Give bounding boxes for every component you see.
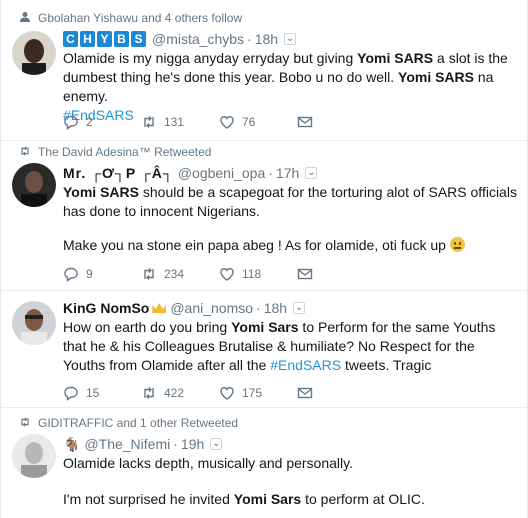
tweet-actions: 2 131 76 [63, 113, 327, 131]
like-button[interactable]: 175 [219, 385, 297, 401]
tweet-text-paragraph: I'm not surprised he invited Yomi Sars t… [63, 491, 425, 507]
retweet-button[interactable]: 234 [141, 266, 219, 282]
goat-emoji-icon: 🐐 [63, 435, 81, 452]
avatar[interactable] [12, 163, 56, 207]
chevron-down-icon[interactable]: ⌄ [210, 438, 223, 450]
tweet[interactable]: The David Adesina™ Retweeted Mr. ┌Ơ┐P ┌Â… [1, 141, 528, 291]
retweet-icon [18, 145, 32, 159]
direct-message-button[interactable] [297, 114, 327, 130]
like-count: 118 [242, 267, 262, 281]
reply-count: 2 [86, 115, 93, 129]
retweet-icon [144, 387, 154, 399]
timeline: Gbolahan Yishawu and 4 others follow C H… [0, 0, 528, 518]
neutral-face-emoji-icon [449, 237, 465, 252]
tweet-header: C H Y B S @mista_chybs · 18h ⌄ [63, 30, 519, 48]
tweet-actions: 15 422 175 [63, 384, 327, 402]
like-count: 175 [242, 386, 263, 400]
tweet-text: Olamide lacks depth, musically and perso… [63, 455, 353, 471]
person-icon [18, 11, 32, 25]
social-context[interactable]: GIDITRAFFIC and 1 other Retweeted [21, 416, 239, 430]
retweet-button[interactable]: 131 [141, 114, 219, 130]
social-context-label: GIDITRAFFIC and 1 other Retweeted [38, 416, 239, 430]
tweet-header: Mr. ┌Ơ┐P ┌Â┐ @ogbeni_opa · 17h ⌄ [63, 165, 318, 181]
retweet-icon [144, 268, 154, 280]
envelope-icon [297, 116, 313, 128]
tweet[interactable]: GIDITRAFFIC and 1 other Retweeted 🐐 @The… [1, 408, 528, 518]
heart-icon [220, 268, 234, 281]
chevron-down-icon[interactable]: ⌄ [293, 302, 306, 314]
timestamp[interactable]: 18h [255, 31, 278, 47]
reply-button[interactable]: 2 [63, 114, 141, 130]
user-handle[interactable]: @ani_nomso [170, 300, 253, 316]
direct-message-button[interactable] [297, 385, 327, 401]
reply-button[interactable]: 15 [63, 385, 141, 401]
tweet[interactable]: Gbolahan Yishawu and 4 others follow C H… [1, 0, 528, 141]
timestamp[interactable]: 17h [276, 165, 299, 181]
user-handle[interactable]: @ogbeni_opa [178, 165, 265, 181]
retweet-icon [18, 416, 32, 430]
like-button[interactable]: 76 [219, 114, 297, 130]
social-context[interactable]: Gbolahan Yishawu and 4 others follow [20, 11, 243, 25]
avatar[interactable] [12, 434, 56, 478]
timestamp[interactable]: 19h [181, 436, 204, 452]
display-name[interactable]: Mr. ┌Ơ┐P ┌Â┐ [63, 165, 174, 181]
retweet-count: 422 [164, 386, 185, 400]
retweet-count: 234 [164, 267, 185, 281]
avatar[interactable] [12, 301, 56, 345]
direct-message-button[interactable] [297, 266, 327, 282]
chevron-down-icon[interactable]: ⌄ [305, 167, 318, 179]
reply-icon [64, 386, 78, 401]
envelope-icon [297, 387, 313, 399]
like-count: 76 [242, 115, 256, 129]
tweet-header: 🐐 @The_Nifemi · 19h ⌄ [63, 435, 223, 452]
reply-icon [64, 267, 78, 282]
display-name[interactable]: C H Y B S [63, 31, 146, 47]
retweet-count: 131 [164, 115, 185, 129]
tweet-text-paragraph: Make you na stone ein papa abeg ! As for… [63, 236, 519, 255]
crown-icon [152, 303, 167, 313]
social-context[interactable]: The David Adesina™ Retweeted [21, 145, 212, 159]
user-handle[interactable]: @The_Nifemi [84, 436, 170, 452]
retweet-icon [144, 116, 154, 128]
tweet[interactable]: KinG NomSo @ani_nomso · 18h ⌄ How on ear… [1, 291, 528, 408]
chevron-down-icon[interactable]: ⌄ [284, 33, 297, 45]
timestamp[interactable]: 18h [264, 300, 287, 316]
heart-icon [220, 116, 234, 129]
retweet-button[interactable]: 422 [141, 385, 219, 401]
like-button[interactable]: 118 [219, 266, 297, 282]
reply-count: 9 [86, 267, 93, 281]
tweet-header: KinG NomSo @ani_nomso · 18h ⌄ [63, 300, 306, 316]
avatar[interactable] [12, 31, 56, 75]
tweet-actions: 9 234 118 [63, 265, 327, 283]
display-name[interactable]: KinG NomSo [63, 300, 149, 316]
social-context-label: The David Adesina™ Retweeted [38, 145, 212, 159]
hashtag-link[interactable]: #EndSARS [270, 357, 341, 373]
social-context-label: Gbolahan Yishawu and 4 others follow [38, 11, 243, 25]
reply-button[interactable]: 9 [63, 266, 141, 282]
reply-icon [64, 115, 78, 130]
tweet-text: How on earth do you bring Yomi Sars to P… [63, 319, 496, 373]
heart-icon [220, 387, 234, 400]
user-handle[interactable]: @mista_chybs [152, 31, 244, 47]
tweet-text: Yomi SARS should be a scapegoat for the … [63, 184, 517, 219]
envelope-icon [297, 268, 313, 280]
reply-count: 15 [86, 386, 100, 400]
